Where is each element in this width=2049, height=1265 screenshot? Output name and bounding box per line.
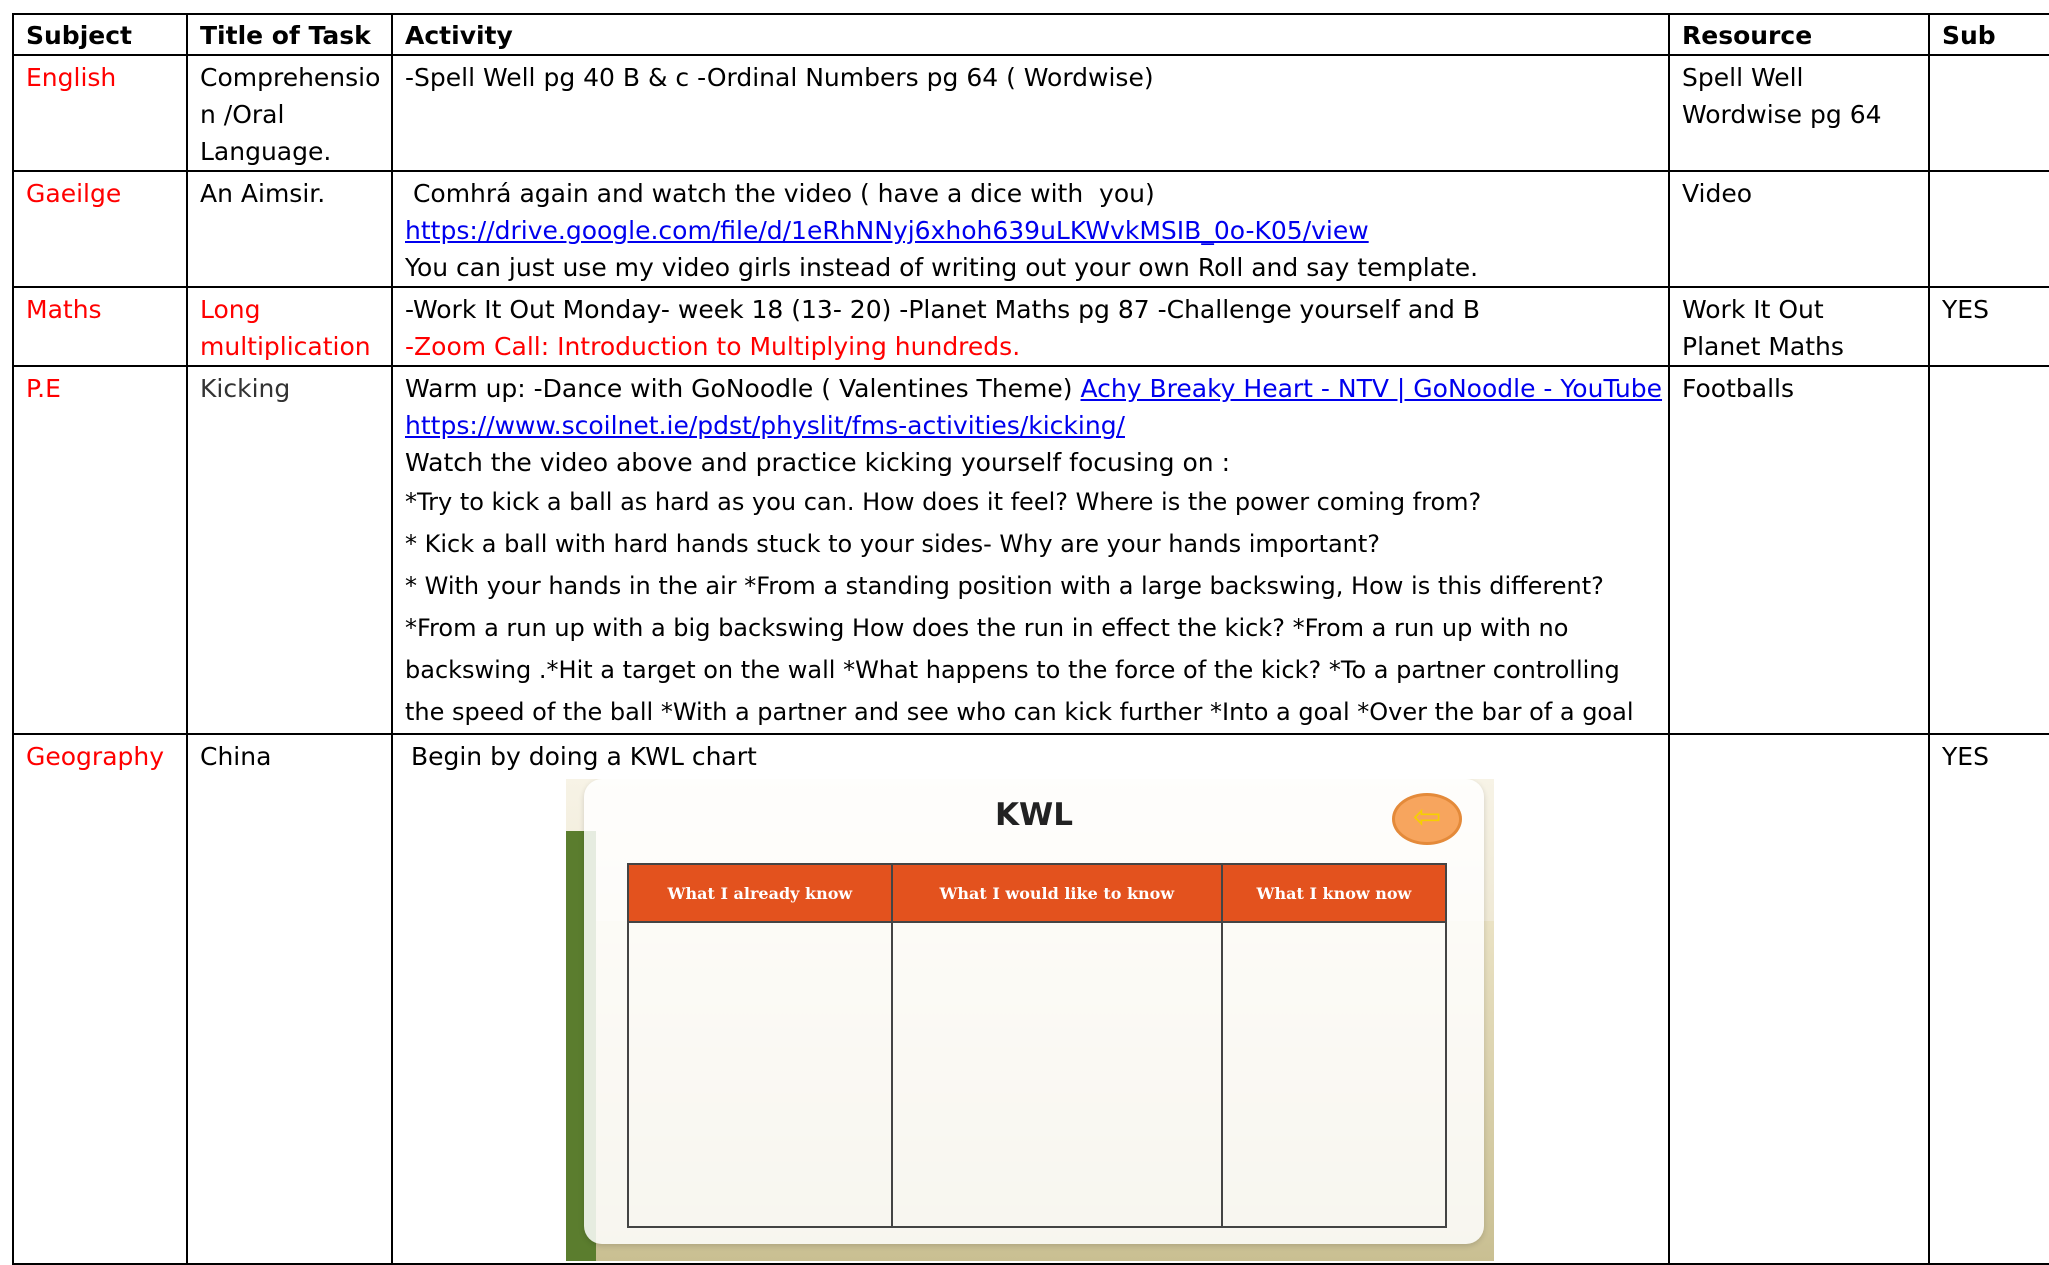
- kwl-cell-want[interactable]: [890, 921, 1223, 1228]
- activity-line: * With your hands in the air *From a sta…: [405, 572, 1604, 600]
- header-subject: Subject: [12, 13, 188, 56]
- activity-line: *From a run up with a big backswing How …: [405, 614, 1569, 642]
- table-row-english: English Comprehensio n /Oral Language. -…: [12, 54, 2049, 172]
- activity-line: backswing .*Hit a target on the wall *Wh…: [405, 656, 1620, 684]
- title-line: Long: [200, 295, 261, 324]
- title-line: n /Oral: [200, 100, 285, 129]
- title-line: Comprehensio: [200, 63, 381, 92]
- zoom-call-line: -Zoom Call: Introduction to Multiplying …: [405, 332, 1021, 361]
- title-cell: Long multiplication: [186, 286, 393, 367]
- lesson-plan-table: Subject Title of Task Activity Resource …: [12, 13, 2049, 1265]
- resource-cell: Spell Well Wordwise pg 64: [1668, 54, 1930, 172]
- subject-cell: Geography: [12, 733, 188, 1265]
- table-row-maths: Maths Long multiplication -Work It Out M…: [12, 286, 2049, 367]
- kwl-column-want: What I would like to know: [890, 863, 1223, 923]
- title-cell: China: [186, 733, 393, 1265]
- resource-cell: Work It Out Planet Maths: [1668, 286, 1930, 367]
- activity-line: Warm up: -Dance with GoNoodle ( Valentin…: [405, 370, 1662, 407]
- resource-line: Planet Maths: [1682, 332, 1844, 361]
- subject-cell: Gaeilge: [12, 170, 188, 288]
- sub-cell: [1928, 365, 2049, 735]
- kwl-table: What I already know What I would like to…: [627, 863, 1448, 1228]
- activity-line: the speed of the ball *With a partner an…: [405, 698, 1634, 726]
- activity-line: Watch the video above and practice kicki…: [405, 448, 1230, 477]
- warm-up-text: Warm up: -Dance with GoNoodle ( Valentin…: [405, 374, 1081, 403]
- resource-cell: Video: [1668, 170, 1930, 288]
- activity-line: Comhrá again and watch the video ( have …: [405, 179, 1155, 208]
- resource-cell: [1668, 733, 1930, 1265]
- subject-cell: Maths: [12, 286, 188, 367]
- resource-cell: Footballs: [1668, 365, 1930, 735]
- gonoodle-link[interactable]: Achy Breaky Heart - NTV | GoNoodle - You…: [1081, 374, 1663, 403]
- activity-line: Begin by doing a KWL chart: [403, 742, 757, 771]
- sub-cell: [1928, 170, 2049, 288]
- arrow-left-icon[interactable]: ⇦: [1392, 793, 1462, 845]
- kwl-title: KWL: [995, 797, 1073, 833]
- kwl-chart-image: KWL ⇦ What I already know What I would l…: [566, 779, 1494, 1261]
- kwl-cell-learned[interactable]: [1220, 921, 1448, 1228]
- header-resource: Resource: [1668, 13, 1930, 56]
- subject-cell: P.E: [12, 365, 188, 735]
- activity-cell: Warm up: -Dance with GoNoodle ( Valentin…: [391, 365, 1670, 735]
- sub-cell: YES: [1928, 733, 2049, 1265]
- resource-line: Spell Well: [1682, 63, 1804, 92]
- table-row-pe: P.E Kicking Warm up: -Dance with GoNoodl…: [12, 365, 2049, 735]
- resource-line: Wordwise pg 64: [1682, 100, 1882, 129]
- title-line: multiplication: [200, 332, 371, 361]
- activity-cell: Begin by doing a KWL chart KWL ⇦ What I …: [391, 733, 1670, 1265]
- table-row-geography: Geography China Begin by doing a KWL cha…: [12, 733, 2049, 1265]
- video-link[interactable]: https://drive.google.com/file/d/1eRhNNyj…: [405, 212, 1658, 249]
- kwl-card: KWL ⇦ What I already know What I would l…: [584, 779, 1484, 1244]
- kwl-column-learned: What I know now: [1220, 863, 1448, 923]
- title-cell: Kicking: [186, 365, 393, 735]
- activity-cell: -Work It Out Monday- week 18 (13- 20) -P…: [391, 286, 1670, 367]
- kwl-column-know: What I already know: [627, 863, 893, 923]
- kwl-cell-know[interactable]: [627, 921, 893, 1228]
- title-cell: Comprehensio n /Oral Language.: [186, 54, 393, 172]
- title-cell: An Aimsir.: [186, 170, 393, 288]
- activity-line: * Kick a ball with hard hands stuck to y…: [405, 530, 1381, 558]
- activity-line: *Try to kick a ball as hard as you can. …: [405, 488, 1482, 516]
- table-row-gaeilge: Gaeilge An Aimsir. Comhrá again and watc…: [12, 170, 2049, 288]
- activity-cell: Comhrá again and watch the video ( have …: [391, 170, 1670, 288]
- subject-cell: English: [12, 54, 188, 172]
- activity-line: -Work It Out Monday- week 18 (13- 20) -P…: [405, 295, 1480, 324]
- activity-line: You can just use my video girls instead …: [405, 253, 1479, 282]
- sub-cell: [1928, 54, 2049, 172]
- header-title: Title of Task: [186, 13, 393, 56]
- resource-line: Work It Out: [1682, 295, 1824, 324]
- header-row: Subject Title of Task Activity Resource …: [12, 13, 2049, 56]
- header-activity: Activity: [391, 13, 1670, 56]
- scoilnet-link[interactable]: https://www.scoilnet.ie/pdst/physlit/fms…: [405, 407, 1658, 444]
- header-sub: Sub: [1928, 13, 2049, 56]
- sub-cell: YES: [1928, 286, 2049, 367]
- activity-cell: -Spell Well pg 40 B & c -Ordinal Numbers…: [391, 54, 1670, 172]
- title-line: Language.: [200, 137, 332, 166]
